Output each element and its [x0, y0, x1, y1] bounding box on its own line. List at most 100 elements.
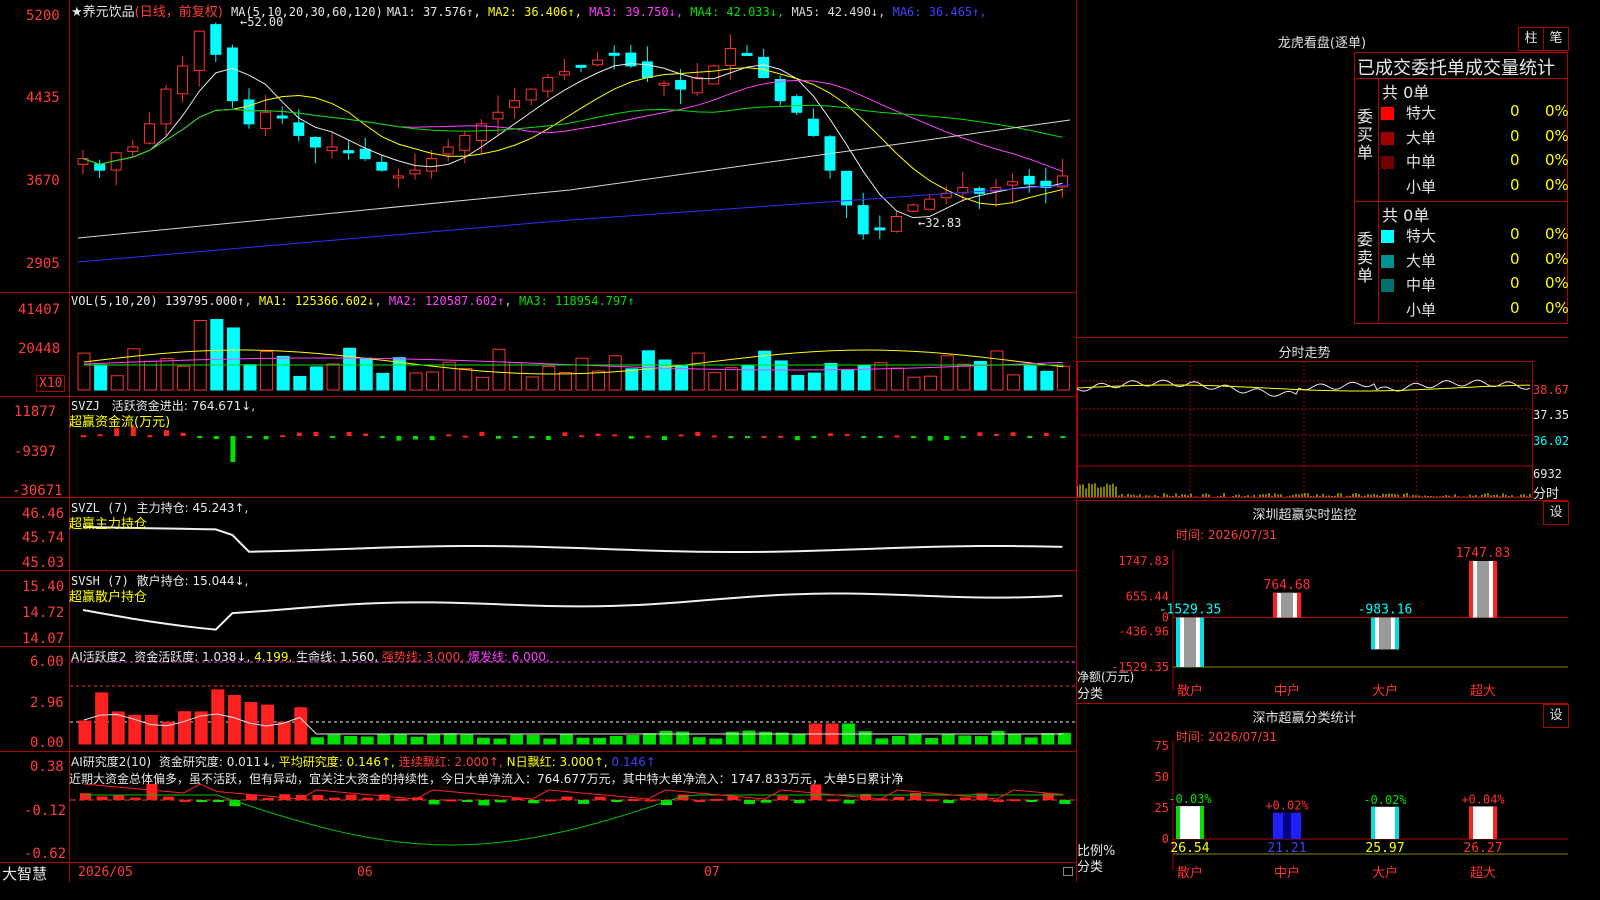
candle-body [907, 204, 919, 212]
volume-bar [675, 365, 689, 391]
active-bar [626, 735, 640, 745]
volume-bar [276, 355, 290, 391]
sz-monitor-settings-button[interactable]: 设 [1543, 501, 1569, 525]
dragon-title: 龙虎看盘(逐单) [1277, 36, 1367, 51]
research-bar [113, 794, 125, 800]
svzj-bar [894, 435, 900, 438]
volume-bar [542, 365, 556, 391]
order-row: 中单 0 0% [1380, 274, 1569, 298]
volume-bar [758, 350, 772, 391]
active-bar [144, 714, 158, 745]
svzj-bar [479, 431, 485, 436]
active-bar [410, 736, 424, 745]
volume-bar [143, 360, 157, 391]
active-bar [377, 734, 391, 745]
class-axis-label: 75 [1155, 740, 1169, 753]
ai1-title: AI活跃度2 [71, 650, 127, 664]
volume-bar [376, 372, 390, 391]
order-count: 0 [1510, 102, 1520, 120]
research-bar [594, 796, 606, 800]
active-bar [958, 735, 972, 745]
volume-bar [309, 366, 323, 391]
research-bar [644, 799, 656, 802]
ma-item-6: MA6: 36.465↑, [885, 5, 987, 19]
order-type: 特大 [1406, 227, 1437, 245]
research-bar [179, 799, 191, 802]
order-row: 大单 0 0% [1380, 250, 1569, 274]
intraday-chart[interactable] [1077, 361, 1533, 498]
volume-bar [492, 348, 506, 391]
volume-bar [475, 376, 489, 391]
research-bar [212, 800, 224, 802]
research-bar [1009, 799, 1021, 802]
ma-item-4: MA4: 42.033↓, [683, 5, 785, 19]
research-bar [528, 800, 540, 804]
candle-body [326, 146, 338, 152]
tick-mode-button[interactable]: 笔 [1543, 27, 1569, 51]
brand-logo[interactable]: 大智慧 [2, 863, 47, 884]
svzj-bar [911, 436, 916, 438]
research-bar [744, 800, 755, 804]
order-pct: 0% [1545, 126, 1569, 145]
candle-body [575, 64, 587, 68]
price-axis-1: 4435 [26, 90, 60, 106]
svzj-bar [446, 434, 452, 437]
candle-body [376, 161, 388, 171]
volume-bar [409, 372, 423, 391]
sz-class-settings-button[interactable]: 设 [1543, 704, 1569, 728]
svzj-bar [363, 433, 369, 436]
candle-body [343, 150, 355, 154]
candle-body [542, 77, 554, 92]
monitor-bar-core [1379, 617, 1391, 650]
monitor-bar-edge [1493, 561, 1497, 618]
order-row: 小单 0 0% [1380, 176, 1569, 200]
volume-bar [193, 319, 207, 391]
vol-axis-1: 20448 [18, 341, 61, 357]
research-bar [959, 797, 971, 800]
candle-body [675, 80, 687, 90]
svzj-bar [379, 436, 385, 438]
class-bar [1176, 806, 1204, 839]
svzj-bar [960, 436, 966, 438]
class-bar-edge [1493, 806, 1497, 839]
volume-bar [459, 368, 473, 391]
volume-bar [907, 376, 921, 391]
chart-mode[interactable]: (日线，前复权) [135, 5, 223, 20]
active-bar [659, 730, 673, 745]
volume-bar [210, 319, 224, 391]
research-bar [627, 799, 639, 802]
sz-monitor-chart: 1747.83655.440-436.96-1529.35-1529.35散户7… [1111, 546, 1568, 699]
candle-body [309, 137, 321, 148]
active-bar [875, 738, 889, 745]
volume-bar [94, 364, 108, 391]
candle-body [459, 134, 471, 151]
ai2-l5: 0.146↑ [611, 755, 656, 769]
monitor-bar-edge [1297, 592, 1301, 618]
volume-bar [110, 375, 124, 391]
svzj-bar [1010, 432, 1016, 436]
volume-bar [641, 350, 655, 391]
kline-chart[interactable] [70, 0, 1076, 862]
volume-bar [326, 363, 340, 391]
favorite-star-icon[interactable]: ★ [71, 5, 83, 20]
order-count: 0 [1510, 225, 1520, 243]
active-bar [974, 736, 988, 745]
active-bar [443, 733, 457, 745]
bar-mode-button[interactable]: 柱 [1518, 27, 1544, 51]
research-bar [694, 799, 706, 802]
class-bar-edge [1297, 812, 1301, 839]
vol-header: VOL(5,10,20) 139795.000↑, MA1: 125366.60… [71, 294, 635, 308]
svsh-axis-1: 14.72 [22, 605, 65, 621]
class-axis-label: 50 [1155, 770, 1169, 784]
svzj-bar [612, 434, 618, 437]
order-type: 小单 [1406, 300, 1437, 319]
vol-unit: X10 [36, 375, 66, 392]
svzj-bar [512, 436, 518, 438]
sz-class-cat: 分类 [1077, 860, 1104, 875]
svsh-sub: 超赢散户持仓 [69, 590, 148, 605]
volume-bar [807, 372, 821, 391]
sz-class-title: 深市超赢分类统计 [1252, 711, 1357, 726]
lock-icon[interactable] [1063, 867, 1073, 876]
order-count: 0 [1510, 298, 1520, 317]
volume-bar [558, 371, 572, 391]
